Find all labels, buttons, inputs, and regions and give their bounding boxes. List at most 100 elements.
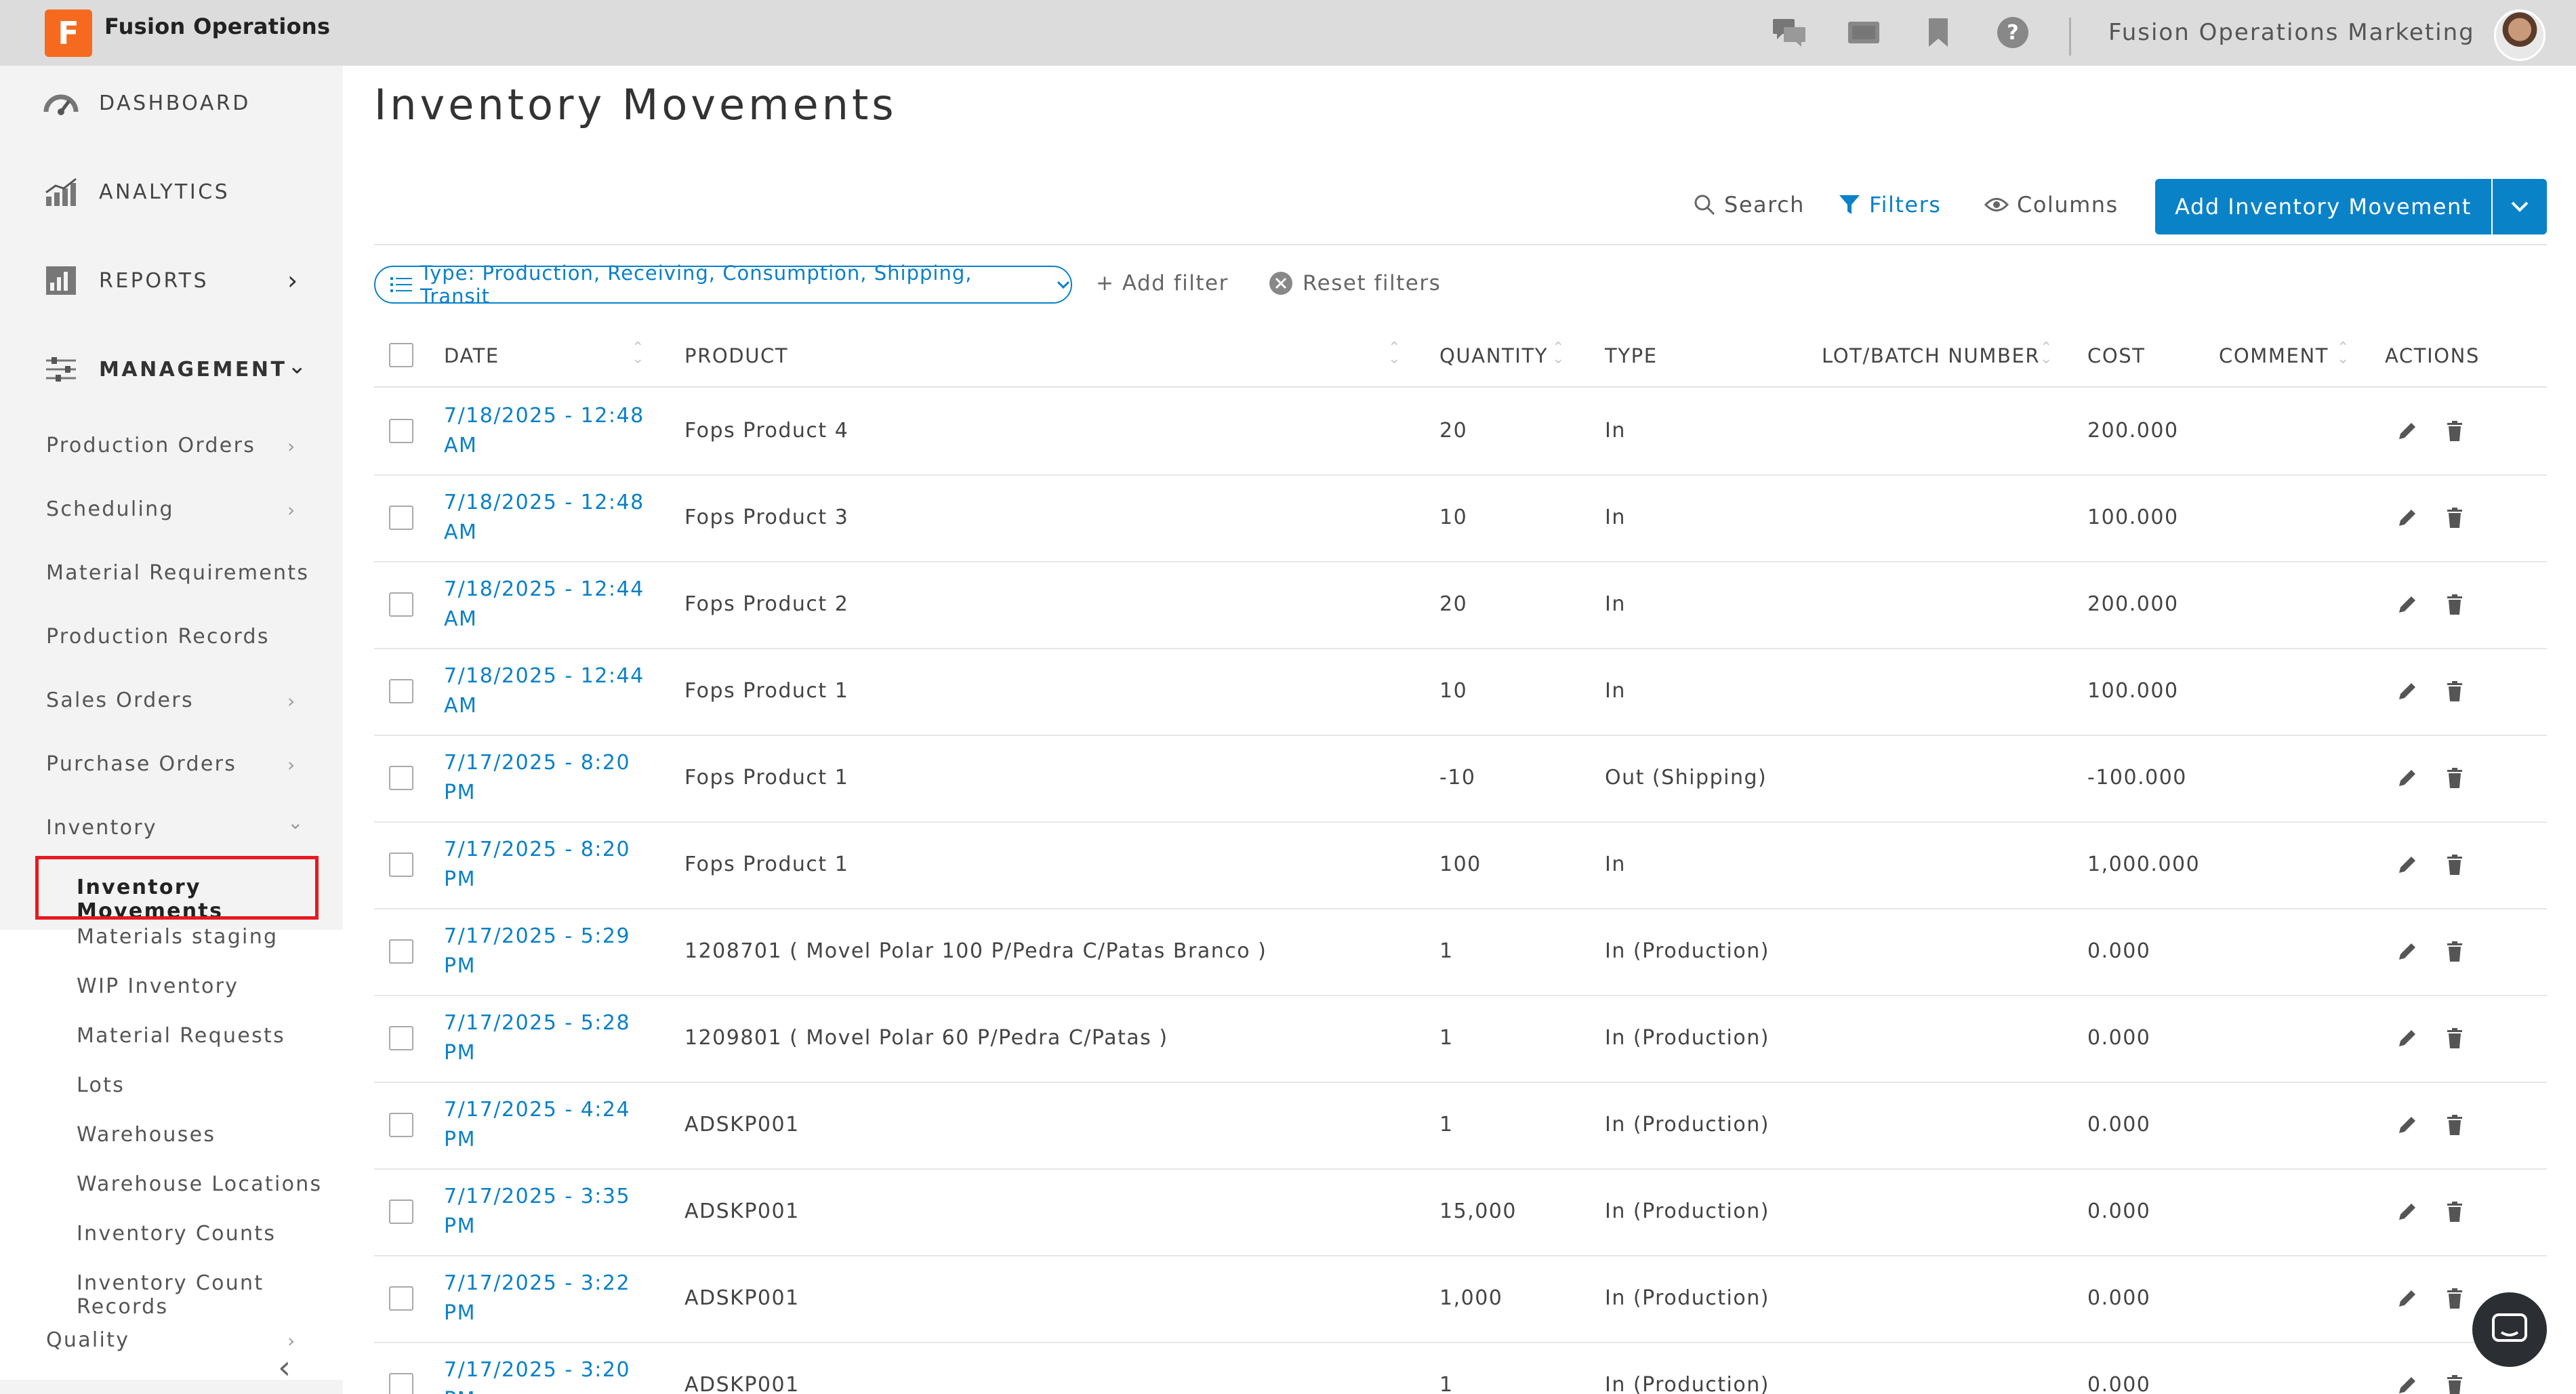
row-checkbox[interactable] (389, 1113, 413, 1137)
type-filter-chip[interactable]: Type: Production, Receiving, Consumption… (374, 262, 1072, 308)
edit-icon[interactable] (2395, 679, 2419, 703)
sidebar-item-management[interactable]: MANAGEMENT ⌄ (0, 332, 343, 407)
column-header-product[interactable]: PRODUCT (684, 344, 788, 367)
edit-icon[interactable] (2395, 506, 2419, 530)
cell-date[interactable]: 7/17/2025 - 5:28 PM (444, 1008, 668, 1068)
delete-icon[interactable] (2442, 1113, 2467, 1137)
edit-icon[interactable] (2395, 766, 2419, 790)
add-inventory-movement-button[interactable]: Add Inventory Movement (2155, 179, 2491, 234)
sidebar-item-purchase-orders[interactable]: Purchase Orders (46, 752, 237, 776)
sidebar-item-warehouses[interactable]: Warehouses (77, 1123, 216, 1147)
sidebar-item-sales-orders[interactable]: Sales Orders (46, 689, 194, 712)
edit-icon[interactable] (2395, 1286, 2419, 1311)
sidebar-item-dashboard[interactable]: DASHBOARD (0, 66, 343, 140)
row-checkbox[interactable] (389, 419, 413, 443)
add-filter-button[interactable]: + Add filter (1096, 271, 1229, 295)
cell-date[interactable]: 7/18/2025 - 12:48 AM (444, 488, 668, 548)
delete-icon[interactable] (2442, 1200, 2467, 1224)
column-header-lot-batch-number[interactable]: LOT/BATCH NUMBER (1822, 344, 2040, 367)
sidebar-item-wip-inventory[interactable]: WIP Inventory (77, 975, 239, 998)
sort-icon[interactable]: ⌃ ⌄ (632, 341, 644, 367)
delete-icon[interactable] (2442, 679, 2467, 703)
edit-icon[interactable] (2395, 1373, 2419, 1394)
column-header-quantity[interactable]: QUANTITY (1439, 344, 1548, 367)
delete-icon[interactable] (2442, 506, 2467, 530)
cell-date[interactable]: 7/17/2025 - 5:29 PM (444, 922, 668, 981)
avatar[interactable] (2494, 9, 2546, 61)
sidebar-item-warehouse-locations[interactable]: Warehouse Locations (77, 1172, 322, 1196)
app-title[interactable]: Fusion Operations (104, 14, 330, 39)
edit-icon[interactable] (2395, 1200, 2419, 1224)
delete-icon[interactable] (2442, 419, 2467, 443)
sidebar-item-quality[interactable]: Quality (46, 1328, 129, 1352)
cell-cost: 0.000 (2087, 1113, 2151, 1136)
edit-icon[interactable] (2395, 1113, 2419, 1137)
row-checkbox[interactable] (389, 853, 413, 877)
row-checkbox[interactable] (389, 1200, 413, 1224)
cell-date[interactable]: 7/17/2025 - 4:24 PM (444, 1095, 668, 1155)
help-icon[interactable]: ? (1995, 16, 2030, 49)
sort-icon[interactable]: ⌃ ⌄ (1552, 341, 1564, 367)
row-checkbox[interactable] (389, 939, 413, 964)
sidebar-item-material-requirements[interactable]: Material Requirements (46, 561, 309, 585)
cell-date[interactable]: 7/17/2025 - 3:22 PM (444, 1269, 668, 1328)
cell-date[interactable]: 7/17/2025 - 8:20 PM (444, 748, 668, 808)
sidebar-item-production-orders[interactable]: Production Orders (46, 434, 255, 457)
column-header-cost[interactable]: COST (2087, 344, 2146, 367)
row-checkbox[interactable] (389, 592, 413, 617)
select-all-checkbox[interactable] (389, 343, 413, 367)
app-logo[interactable]: F (45, 9, 92, 57)
cell-date[interactable]: 7/18/2025 - 12:48 AM (444, 401, 668, 461)
sort-icon[interactable]: ⌃ ⌄ (1388, 341, 1400, 367)
account-name[interactable]: Fusion Operations Marketing (2108, 19, 2475, 46)
delete-icon[interactable] (2442, 766, 2467, 790)
sidebar-item-reports[interactable]: REPORTS › (0, 243, 343, 318)
support-chat-button[interactable] (2472, 1292, 2547, 1367)
sidebar-item-material-requests[interactable]: Material Requests (77, 1024, 285, 1048)
column-header-date[interactable]: DATE (444, 344, 499, 367)
cell-date[interactable]: 7/17/2025 - 8:20 PM (444, 835, 668, 895)
bookmark-icon[interactable] (1921, 16, 1956, 49)
delete-icon[interactable] (2442, 939, 2467, 964)
row-checkbox[interactable] (389, 1026, 413, 1050)
sidebar-item-analytics[interactable]: ANALYTICS (0, 155, 343, 229)
cell-date[interactable]: 7/17/2025 - 3:20 PM (444, 1355, 668, 1394)
cell-date[interactable]: 7/18/2025 - 12:44 AM (444, 575, 668, 634)
delete-icon[interactable] (2442, 1373, 2467, 1394)
sidebar-item-scheduling[interactable]: Scheduling (46, 497, 174, 521)
sidebar-item-inventory-count-records[interactable]: Inventory Count Records (77, 1271, 343, 1319)
column-header-type[interactable]: TYPE (1605, 344, 1658, 367)
search-button[interactable]: Search (1693, 192, 1805, 218)
reset-filters-button[interactable]: Reset filters (1269, 271, 1441, 295)
edit-icon[interactable] (2395, 1026, 2419, 1050)
edit-icon[interactable] (2395, 419, 2419, 443)
sidebar-item-materials-staging[interactable]: Materials staging (77, 925, 278, 949)
column-header-comment[interactable]: COMMENT (2219, 344, 2329, 367)
edit-icon[interactable] (2395, 939, 2419, 964)
delete-icon[interactable] (2442, 853, 2467, 877)
row-checkbox[interactable] (389, 766, 413, 790)
sidebar-item-inventory[interactable]: Inventory (46, 816, 157, 840)
cell-date[interactable]: 7/18/2025 - 12:44 AM (444, 661, 668, 721)
filters-button[interactable]: Filters (1838, 192, 1941, 218)
edit-icon[interactable] (2395, 853, 2419, 877)
columns-button[interactable]: Columns (1984, 192, 2119, 218)
row-checkbox[interactable] (389, 1373, 413, 1394)
row-checkbox[interactable] (389, 506, 413, 530)
sidebar-item-inventory-counts[interactable]: Inventory Counts (77, 1222, 276, 1246)
row-checkbox[interactable] (389, 1286, 413, 1311)
sort-icon[interactable]: ⌃ ⌄ (2337, 341, 2349, 367)
add-options-dropdown[interactable] (2493, 179, 2547, 234)
cell-date[interactable]: 7/17/2025 - 3:35 PM (444, 1182, 668, 1242)
delete-icon[interactable] (2442, 592, 2467, 617)
delete-icon[interactable] (2442, 1286, 2467, 1311)
sidebar-item-lots[interactable]: Lots (77, 1073, 125, 1097)
edit-icon[interactable] (2395, 592, 2419, 617)
sort-icon[interactable]: ⌃ ⌄ (2040, 341, 2052, 367)
sidebar-item-production-records[interactable]: Production Records (46, 625, 270, 649)
collapse-sidebar-icon[interactable]: ‹ (278, 1349, 291, 1387)
row-checkbox[interactable] (389, 679, 413, 703)
chat-icon[interactable] (1772, 16, 1807, 49)
delete-icon[interactable] (2442, 1026, 2467, 1050)
screen-icon[interactable] (1846, 16, 1881, 49)
